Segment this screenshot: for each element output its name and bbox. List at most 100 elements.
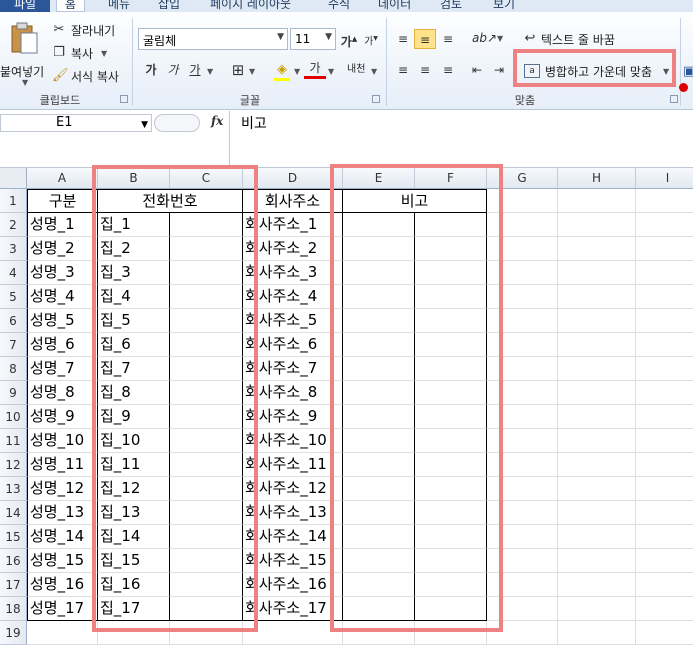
- cell-company-address[interactable]: 회사주소_13: [243, 501, 343, 525]
- formula-bar-resize-handle[interactable]: [154, 114, 200, 132]
- cell-empty[interactable]: [558, 357, 636, 381]
- shrink-font-button[interactable]: 가▼: [360, 29, 382, 49]
- column-header-h[interactable]: H: [558, 168, 636, 189]
- cell-d1[interactable]: 회사주소: [243, 189, 343, 213]
- cell-name[interactable]: 성명_4: [27, 285, 98, 309]
- bold-button[interactable]: 가: [140, 60, 162, 80]
- wrap-text-button[interactable]: 텍스트 줄 바꿈: [541, 31, 615, 48]
- cell-company-address[interactable]: 회사주소_8: [243, 381, 343, 405]
- tab-page-layout[interactable]: 페이지 레이아웃: [210, 0, 291, 12]
- tab-home[interactable]: 홈: [56, 0, 86, 12]
- cell-name[interactable]: 성명_12: [27, 477, 98, 501]
- column-header-i[interactable]: I: [636, 168, 693, 189]
- cell-empty[interactable]: [636, 525, 693, 549]
- orientation-dropdown-icon[interactable]: ▼: [497, 34, 503, 43]
- name-box[interactable]: E1 ▼: [0, 114, 152, 132]
- font-color-button[interactable]: 가: [304, 60, 326, 79]
- row-header-3[interactable]: 3: [0, 237, 27, 261]
- cell-company-address[interactable]: 회사주소_17: [243, 597, 343, 621]
- cell-empty[interactable]: [636, 405, 693, 429]
- cell-empty[interactable]: [636, 261, 693, 285]
- cell-empty[interactable]: [636, 333, 693, 357]
- cell-company-address[interactable]: 회사주소_16: [243, 573, 343, 597]
- cell-name[interactable]: 성명_16: [27, 573, 98, 597]
- cell-company-address[interactable]: 회사주소_12: [243, 477, 343, 501]
- tab-insert[interactable]: 삽입: [158, 0, 180, 12]
- orientation-icon[interactable]: ab↗: [472, 28, 497, 48]
- cell-company-address[interactable]: 회사주소_7: [243, 357, 343, 381]
- increase-indent-icon[interactable]: ⇥: [488, 60, 510, 80]
- cell-empty[interactable]: [558, 381, 636, 405]
- cell-name[interactable]: 성명_3: [27, 261, 98, 285]
- cell-empty[interactable]: [558, 261, 636, 285]
- row-header-15[interactable]: 15: [0, 525, 27, 549]
- row-header-2[interactable]: 2: [0, 213, 27, 237]
- cell-empty[interactable]: [558, 213, 636, 237]
- cell-empty[interactable]: [558, 309, 636, 333]
- cell-empty[interactable]: [558, 285, 636, 309]
- cell-company-address[interactable]: 회사주소_10: [243, 429, 343, 453]
- column-header-a[interactable]: A: [27, 168, 98, 189]
- column-header-d[interactable]: D: [243, 168, 343, 189]
- cell-empty[interactable]: [558, 453, 636, 477]
- tab-menu[interactable]: 메뉴: [108, 0, 130, 12]
- underline-dropdown-icon[interactable]: ▼: [207, 67, 213, 76]
- cell-company-address[interactable]: 회사주소_5: [243, 309, 343, 333]
- cell-name[interactable]: 성명_8: [27, 381, 98, 405]
- cell-empty[interactable]: [558, 621, 636, 645]
- row-header-7[interactable]: 7: [0, 333, 27, 357]
- cell-name[interactable]: 성명_6: [27, 333, 98, 357]
- cell-empty[interactable]: [636, 549, 693, 573]
- align-top-icon[interactable]: ≡: [392, 29, 414, 49]
- cell-empty[interactable]: [27, 621, 98, 645]
- cell-empty[interactable]: [636, 501, 693, 525]
- cell-empty[interactable]: [636, 381, 693, 405]
- row-header-13[interactable]: 13: [0, 477, 27, 501]
- cell-name[interactable]: 성명_15: [27, 549, 98, 573]
- row-header-19[interactable]: 19: [0, 621, 27, 645]
- borders-dropdown-icon[interactable]: ▼: [249, 67, 255, 76]
- phonetic-button[interactable]: 내천: [347, 60, 365, 75]
- row-header-5[interactable]: 5: [0, 285, 27, 309]
- cell-company-address[interactable]: 회사주소_2: [243, 237, 343, 261]
- font-color-dropdown-icon[interactable]: ▼: [328, 67, 334, 76]
- cell-empty[interactable]: [636, 621, 693, 645]
- cell-empty[interactable]: [558, 333, 636, 357]
- cell-name[interactable]: 성명_11: [27, 453, 98, 477]
- cell-name[interactable]: 성명_17: [27, 597, 98, 621]
- row-header-9[interactable]: 9: [0, 381, 27, 405]
- cell-company-address[interactable]: 회사주소_1: [243, 213, 343, 237]
- fx-icon[interactable]: fx: [211, 114, 223, 128]
- copy-dropdown-icon[interactable]: ▼: [101, 49, 107, 58]
- cell-empty[interactable]: [636, 213, 693, 237]
- row-header-1[interactable]: 1: [0, 189, 27, 213]
- row-header-8[interactable]: 8: [0, 357, 27, 381]
- chevron-down-icon[interactable]: ▼: [141, 117, 148, 133]
- clipboard-launcher-icon[interactable]: [120, 95, 128, 103]
- number-format-icon[interactable]: ▣: [683, 64, 693, 80]
- cell-company-address[interactable]: 회사주소_14: [243, 525, 343, 549]
- row-header-6[interactable]: 6: [0, 309, 27, 333]
- copy-button[interactable]: 복사: [71, 45, 93, 62]
- cell-empty[interactable]: [558, 501, 636, 525]
- font-size-combo[interactable]: 11 ▼: [290, 28, 336, 50]
- cell-name[interactable]: 성명_9: [27, 405, 98, 429]
- cell-name[interactable]: 성명_7: [27, 357, 98, 381]
- align-center-icon[interactable]: ≡: [414, 60, 436, 80]
- row-header-14[interactable]: 14: [0, 501, 27, 525]
- tab-view[interactable]: 보기: [493, 0, 515, 12]
- paste-button[interactable]: 붙여넣기 ▼: [0, 20, 48, 87]
- cell-empty[interactable]: [636, 477, 693, 501]
- tab-review[interactable]: 검토: [440, 0, 462, 12]
- cell-company-address[interactable]: 회사주소_6: [243, 333, 343, 357]
- cell-name[interactable]: 성명_14: [27, 525, 98, 549]
- row-header-18[interactable]: 18: [0, 597, 27, 621]
- cell-empty[interactable]: [636, 237, 693, 261]
- paste-dropdown-icon[interactable]: ▼: [22, 78, 28, 87]
- cell-company-address[interactable]: 회사주소_9: [243, 405, 343, 429]
- cell-empty[interactable]: [558, 525, 636, 549]
- phonetic-dropdown-icon[interactable]: ▼: [371, 67, 377, 76]
- cell-empty[interactable]: [636, 309, 693, 333]
- tab-data[interactable]: 데이터: [378, 0, 411, 12]
- cell-empty[interactable]: [558, 237, 636, 261]
